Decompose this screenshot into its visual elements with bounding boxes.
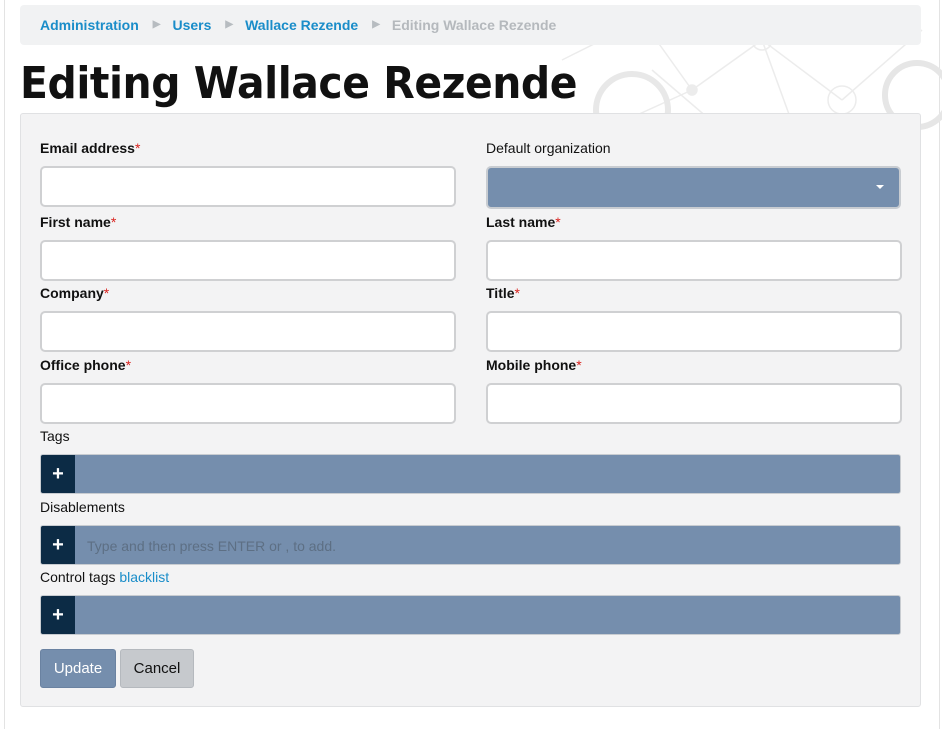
disablements-field-group: Disablements + Type and then press ENTER… xyxy=(40,499,901,565)
company-label: Company* xyxy=(40,285,110,301)
caret-down-icon xyxy=(876,185,884,189)
page-left-border xyxy=(4,0,5,729)
breadcrumb: Administration ▶ Users ▶ Wallace Rezende… xyxy=(20,5,921,45)
breadcrumb-separator-icon: ▶ xyxy=(152,18,161,30)
last-name-input[interactable] xyxy=(486,240,902,281)
first-name-input[interactable] xyxy=(40,240,456,281)
add-control-tag-icon[interactable]: + xyxy=(41,596,75,634)
breadcrumb-separator-icon: ▶ xyxy=(225,18,234,30)
company-field-group: Company* xyxy=(40,285,456,352)
required-marker: * xyxy=(134,140,141,156)
breadcrumb-current: Editing Wallace Rezende xyxy=(391,17,557,33)
last-name-field-group: Last name* xyxy=(486,214,902,281)
edit-user-form: Email address* Default organization Firs… xyxy=(20,113,921,707)
breadcrumb-user-link[interactable]: Wallace Rezende xyxy=(245,17,358,33)
office-phone-field-group: Office phone* xyxy=(40,357,456,424)
title-label: Title* xyxy=(486,285,520,301)
first-name-label: First name* xyxy=(40,214,117,230)
mobile-phone-input[interactable] xyxy=(486,383,902,424)
required-marker: * xyxy=(103,285,110,301)
cancel-button[interactable]: Cancel xyxy=(120,649,194,688)
breadcrumb-administration-link[interactable]: Administration xyxy=(40,17,139,33)
update-button[interactable]: Update xyxy=(40,649,116,688)
tags-field-group: Tags + xyxy=(40,428,901,494)
email-label: Email address* xyxy=(40,140,141,156)
tags-label: Tags xyxy=(40,428,70,444)
disablements-label: Disablements xyxy=(40,499,125,515)
control-tags-input[interactable]: + xyxy=(40,595,901,635)
add-tag-icon[interactable]: + xyxy=(41,455,75,493)
required-marker: * xyxy=(576,357,582,373)
default-organization-label: Default organization xyxy=(486,140,611,156)
title-field-group: Title* xyxy=(486,285,902,352)
first-name-field-group: First name* xyxy=(40,214,456,281)
default-organization-select[interactable] xyxy=(486,166,901,209)
required-marker: * xyxy=(125,357,132,373)
office-phone-input[interactable] xyxy=(40,383,456,424)
disablements-input[interactable]: + Type and then press ENTER or , to add. xyxy=(40,525,901,565)
required-marker: * xyxy=(555,214,561,230)
control-tags-field-group: Control tags blacklist + xyxy=(40,569,901,635)
mobile-phone-label: Mobile phone* xyxy=(486,357,582,373)
blacklist-link[interactable]: blacklist xyxy=(119,569,169,585)
mobile-phone-field-group: Mobile phone* xyxy=(486,357,902,424)
required-marker: * xyxy=(110,214,117,230)
office-phone-label: Office phone* xyxy=(40,357,132,373)
breadcrumb-users-link[interactable]: Users xyxy=(172,17,211,33)
default-organization-field-group: Default organization xyxy=(486,140,901,209)
tags-input[interactable]: + xyxy=(40,454,901,494)
email-input[interactable] xyxy=(40,166,456,207)
breadcrumb-separator-icon: ▶ xyxy=(372,18,380,30)
required-marker: * xyxy=(514,285,520,301)
control-tags-label: Control tags blacklist xyxy=(40,569,170,585)
company-input[interactable] xyxy=(40,311,456,352)
email-field-group: Email address* xyxy=(40,140,456,207)
title-input[interactable] xyxy=(486,311,902,352)
last-name-label: Last name* xyxy=(486,214,561,230)
add-disablement-icon[interactable]: + xyxy=(41,526,75,564)
page-title: Editing Wallace Rezende xyxy=(20,58,578,109)
disablements-placeholder: Type and then press ENTER or , to add. xyxy=(87,538,337,554)
